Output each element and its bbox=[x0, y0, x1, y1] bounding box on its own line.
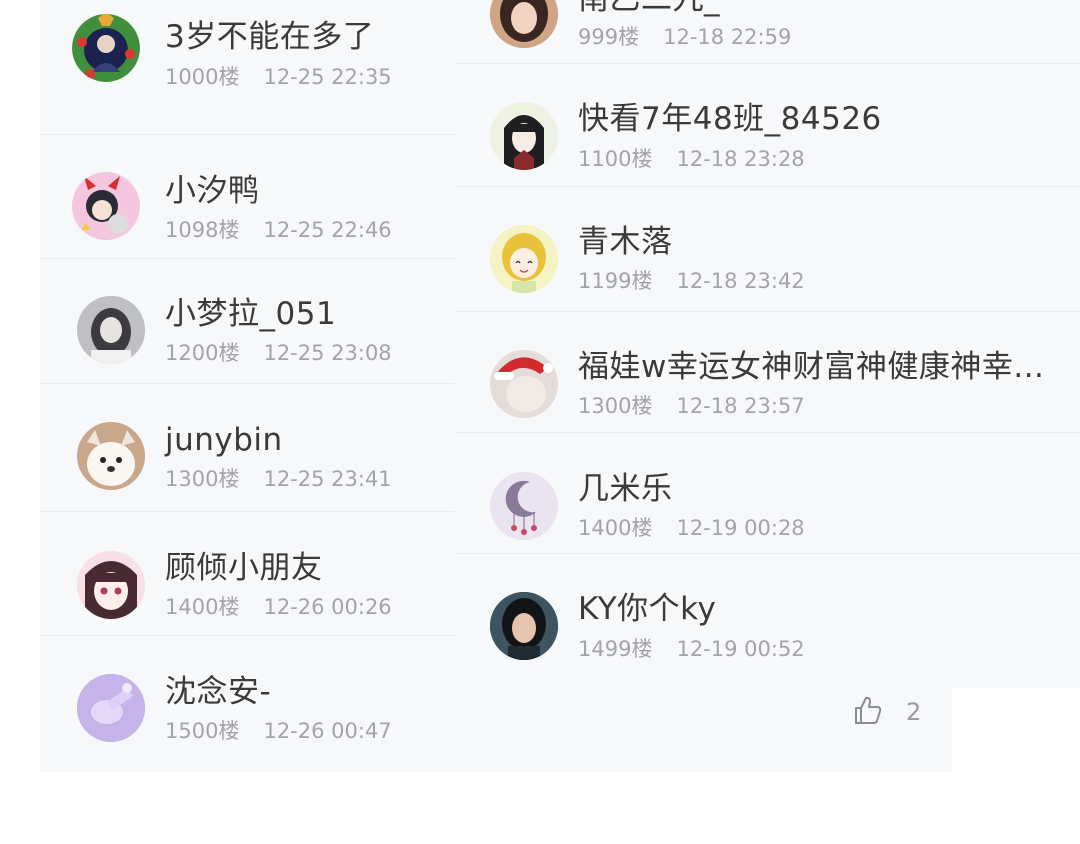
divider bbox=[40, 383, 456, 384]
floor-number: 1098楼 bbox=[165, 218, 240, 242]
timestamp: 12-18 23:28 bbox=[676, 147, 805, 171]
post-meta: 1400楼 12-26 00:26 bbox=[165, 597, 392, 618]
timestamp: 12-18 23:42 bbox=[676, 269, 805, 293]
avatar[interactable] bbox=[77, 296, 145, 364]
username[interactable]: 沈念安- bbox=[165, 677, 271, 708]
like-count: 2 bbox=[906, 698, 922, 726]
divider bbox=[455, 553, 1080, 554]
avatar[interactable] bbox=[77, 422, 145, 490]
post-meta: 1200楼 12-25 23:08 bbox=[165, 343, 392, 364]
timestamp: 12-19 00:52 bbox=[676, 637, 805, 661]
avatar[interactable] bbox=[72, 14, 140, 82]
post-meta: 1500楼 12-26 00:47 bbox=[165, 721, 392, 742]
username[interactable]: 南乙二九_ bbox=[578, 0, 720, 15]
floor-number: 1100楼 bbox=[578, 147, 653, 171]
timestamp: 12-26 00:47 bbox=[263, 719, 392, 743]
avatar[interactable] bbox=[490, 225, 558, 293]
username[interactable]: 顾倾小朋友 bbox=[165, 553, 323, 584]
avatar[interactable] bbox=[490, 592, 558, 660]
post-meta: 1098楼 12-25 22:46 bbox=[165, 220, 392, 241]
divider bbox=[455, 63, 1080, 64]
username[interactable]: 3岁不能在多了 bbox=[165, 22, 374, 53]
divider bbox=[40, 134, 456, 135]
floor-number: 1500楼 bbox=[165, 719, 240, 743]
avatar[interactable] bbox=[490, 0, 558, 48]
username[interactable]: 福娃w幸运女神财富神健康神幸... bbox=[578, 352, 1044, 383]
post-meta: 1300楼 12-18 23:57 bbox=[578, 396, 805, 417]
timestamp: 12-25 22:46 bbox=[263, 218, 392, 242]
username[interactable]: KY你个ky bbox=[578, 594, 716, 625]
floor-number: 1000楼 bbox=[165, 65, 240, 89]
avatar[interactable] bbox=[490, 472, 558, 540]
like-button[interactable]: 2 bbox=[852, 694, 921, 730]
username[interactable]: 青木落 bbox=[578, 227, 673, 258]
username[interactable]: junybin bbox=[165, 425, 283, 456]
post-meta: 1300楼 12-25 23:41 bbox=[165, 469, 392, 490]
floor-number: 1499楼 bbox=[578, 637, 653, 661]
username[interactable]: 几米乐 bbox=[578, 474, 673, 505]
timestamp: 12-26 00:26 bbox=[263, 595, 392, 619]
right-reply-list: 南乙二九_ 999楼 12-18 22:59 快看7年48班_84526 1100… bbox=[455, 0, 1080, 688]
avatar[interactable] bbox=[77, 674, 145, 742]
avatar[interactable] bbox=[72, 172, 140, 240]
timestamp: 12-18 22:59 bbox=[663, 25, 792, 49]
thumbs-up-icon bbox=[852, 694, 884, 730]
post-meta: 1499楼 12-19 00:52 bbox=[578, 639, 805, 660]
timestamp: 12-18 23:57 bbox=[676, 394, 805, 418]
avatar[interactable] bbox=[77, 551, 145, 619]
divider bbox=[455, 432, 1080, 433]
username[interactable]: 快看7年48班_84526 bbox=[578, 104, 882, 135]
post-meta: 999楼 12-18 22:59 bbox=[578, 27, 791, 48]
post-meta: 1100楼 12-18 23:28 bbox=[578, 149, 805, 170]
divider bbox=[40, 258, 456, 259]
timestamp: 12-25 23:41 bbox=[263, 467, 392, 491]
post-meta: 1000楼 12-25 22:35 bbox=[165, 67, 392, 88]
post-meta: 1199楼 12-18 23:42 bbox=[578, 271, 805, 292]
timestamp: 12-25 22:35 bbox=[263, 65, 392, 89]
floor-number: 1300楼 bbox=[165, 467, 240, 491]
divider bbox=[40, 635, 456, 636]
divider bbox=[455, 311, 1080, 312]
timestamp: 12-19 00:28 bbox=[676, 516, 805, 540]
floor-number: 1300楼 bbox=[578, 394, 653, 418]
avatar[interactable] bbox=[490, 102, 558, 170]
timestamp: 12-25 23:08 bbox=[263, 341, 392, 365]
username[interactable]: 小梦拉_051 bbox=[165, 299, 336, 330]
floor-number: 1400楼 bbox=[165, 595, 240, 619]
floor-number: 1200楼 bbox=[165, 341, 240, 365]
avatar[interactable] bbox=[490, 350, 558, 418]
divider bbox=[40, 511, 456, 512]
floor-number: 1199楼 bbox=[578, 269, 653, 293]
floor-number: 999楼 bbox=[578, 25, 640, 49]
post-meta: 1400楼 12-19 00:28 bbox=[578, 518, 805, 539]
floor-number: 1400楼 bbox=[578, 516, 653, 540]
divider bbox=[455, 186, 1080, 187]
username[interactable]: 小汐鸭 bbox=[165, 176, 260, 207]
